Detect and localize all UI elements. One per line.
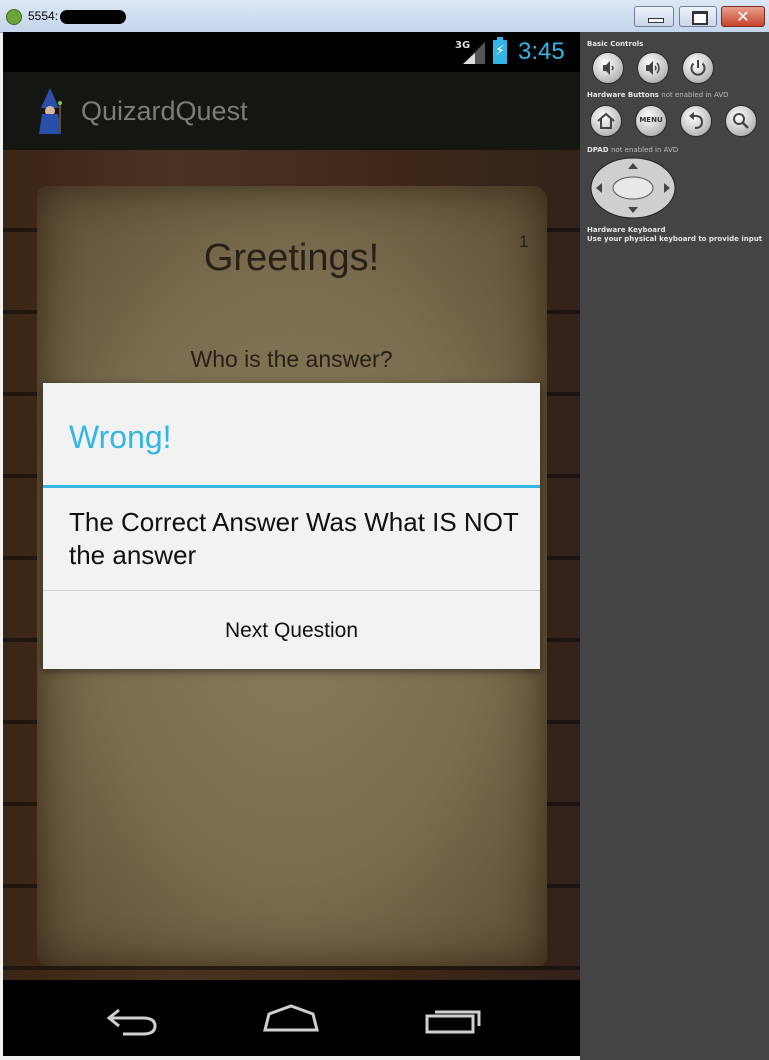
android-app-icon (6, 9, 22, 25)
dialog-message: The Correct Answer Was What IS NOT the a… (69, 507, 519, 570)
dialog-title-divider (43, 485, 540, 488)
window-titlebar: 5554: ✕ (0, 0, 769, 33)
window-title: 5554: (28, 9, 59, 23)
dpad-label: DPAD not enabled in AVD (587, 146, 678, 154)
minimize-icon (635, 7, 673, 26)
close-icon: ✕ (736, 7, 750, 26)
menu-icon: MENU (639, 116, 663, 124)
hw-home-button[interactable] (590, 105, 622, 137)
maximize-icon (680, 7, 716, 26)
action-bar: QuizardQuest (3, 72, 580, 150)
power-icon (690, 60, 706, 76)
volume-down-icon (603, 61, 614, 75)
back-icon (689, 112, 704, 129)
app-title: QuizardQuest (81, 96, 248, 126)
emulator-controls-panel: Basic Controls Hardware Buttons not enab… (580, 32, 769, 1060)
navigation-bar (3, 980, 580, 1056)
next-question-button[interactable]: Next Question (43, 591, 540, 669)
hw-menu-button[interactable]: MENU (635, 105, 667, 137)
wrong-answer-dialog: Wrong! The Correct Answer Was What IS NO… (43, 383, 540, 669)
status-bar: 3G ⚡ 3:45 (3, 32, 580, 72)
hardware-buttons-label: Hardware Buttons not enabled in AVD (587, 91, 729, 99)
volume-down-button[interactable] (592, 52, 624, 84)
question-text: Who is the answer? (190, 346, 393, 372)
volume-up-icon (646, 61, 660, 75)
volume-up-button[interactable] (637, 52, 669, 84)
home-icon (597, 112, 615, 129)
wizard-app-icon[interactable] (33, 86, 67, 136)
recents-icon[interactable] (421, 1000, 485, 1040)
hardware-keyboard-label: Hardware Keyboard (587, 226, 666, 234)
search-icon (733, 113, 749, 129)
power-button[interactable] (682, 52, 714, 84)
dpad-title: DPAD (587, 146, 609, 154)
dpad-icon[interactable] (590, 157, 676, 219)
maximize-button[interactable] (679, 6, 717, 27)
question-number: 1 (519, 232, 529, 251)
dialog-title: Wrong! (69, 419, 172, 455)
close-button[interactable]: ✕ (721, 6, 765, 27)
hardware-keyboard-note: Use your physical keyboard to provide in… (587, 235, 763, 243)
hw-search-button[interactable] (725, 105, 757, 137)
redacted-title-mark (60, 10, 126, 24)
hw-back-button[interactable] (680, 105, 712, 137)
battery-charging-icon: ⚡ (493, 37, 507, 64)
hardware-buttons-note: not enabled in AVD (661, 91, 729, 99)
basic-controls-label: Basic Controls (587, 40, 644, 48)
greeting-heading: Greetings! (203, 237, 380, 279)
signal-icon (463, 42, 485, 64)
hardware-buttons-title: Hardware Buttons (587, 91, 659, 99)
back-icon[interactable] (101, 1000, 161, 1040)
dpad-note: not enabled in AVD (610, 146, 679, 154)
home-icon[interactable] (259, 1000, 323, 1040)
status-clock: 3:45 (518, 38, 565, 65)
minimize-button[interactable] (634, 6, 674, 27)
